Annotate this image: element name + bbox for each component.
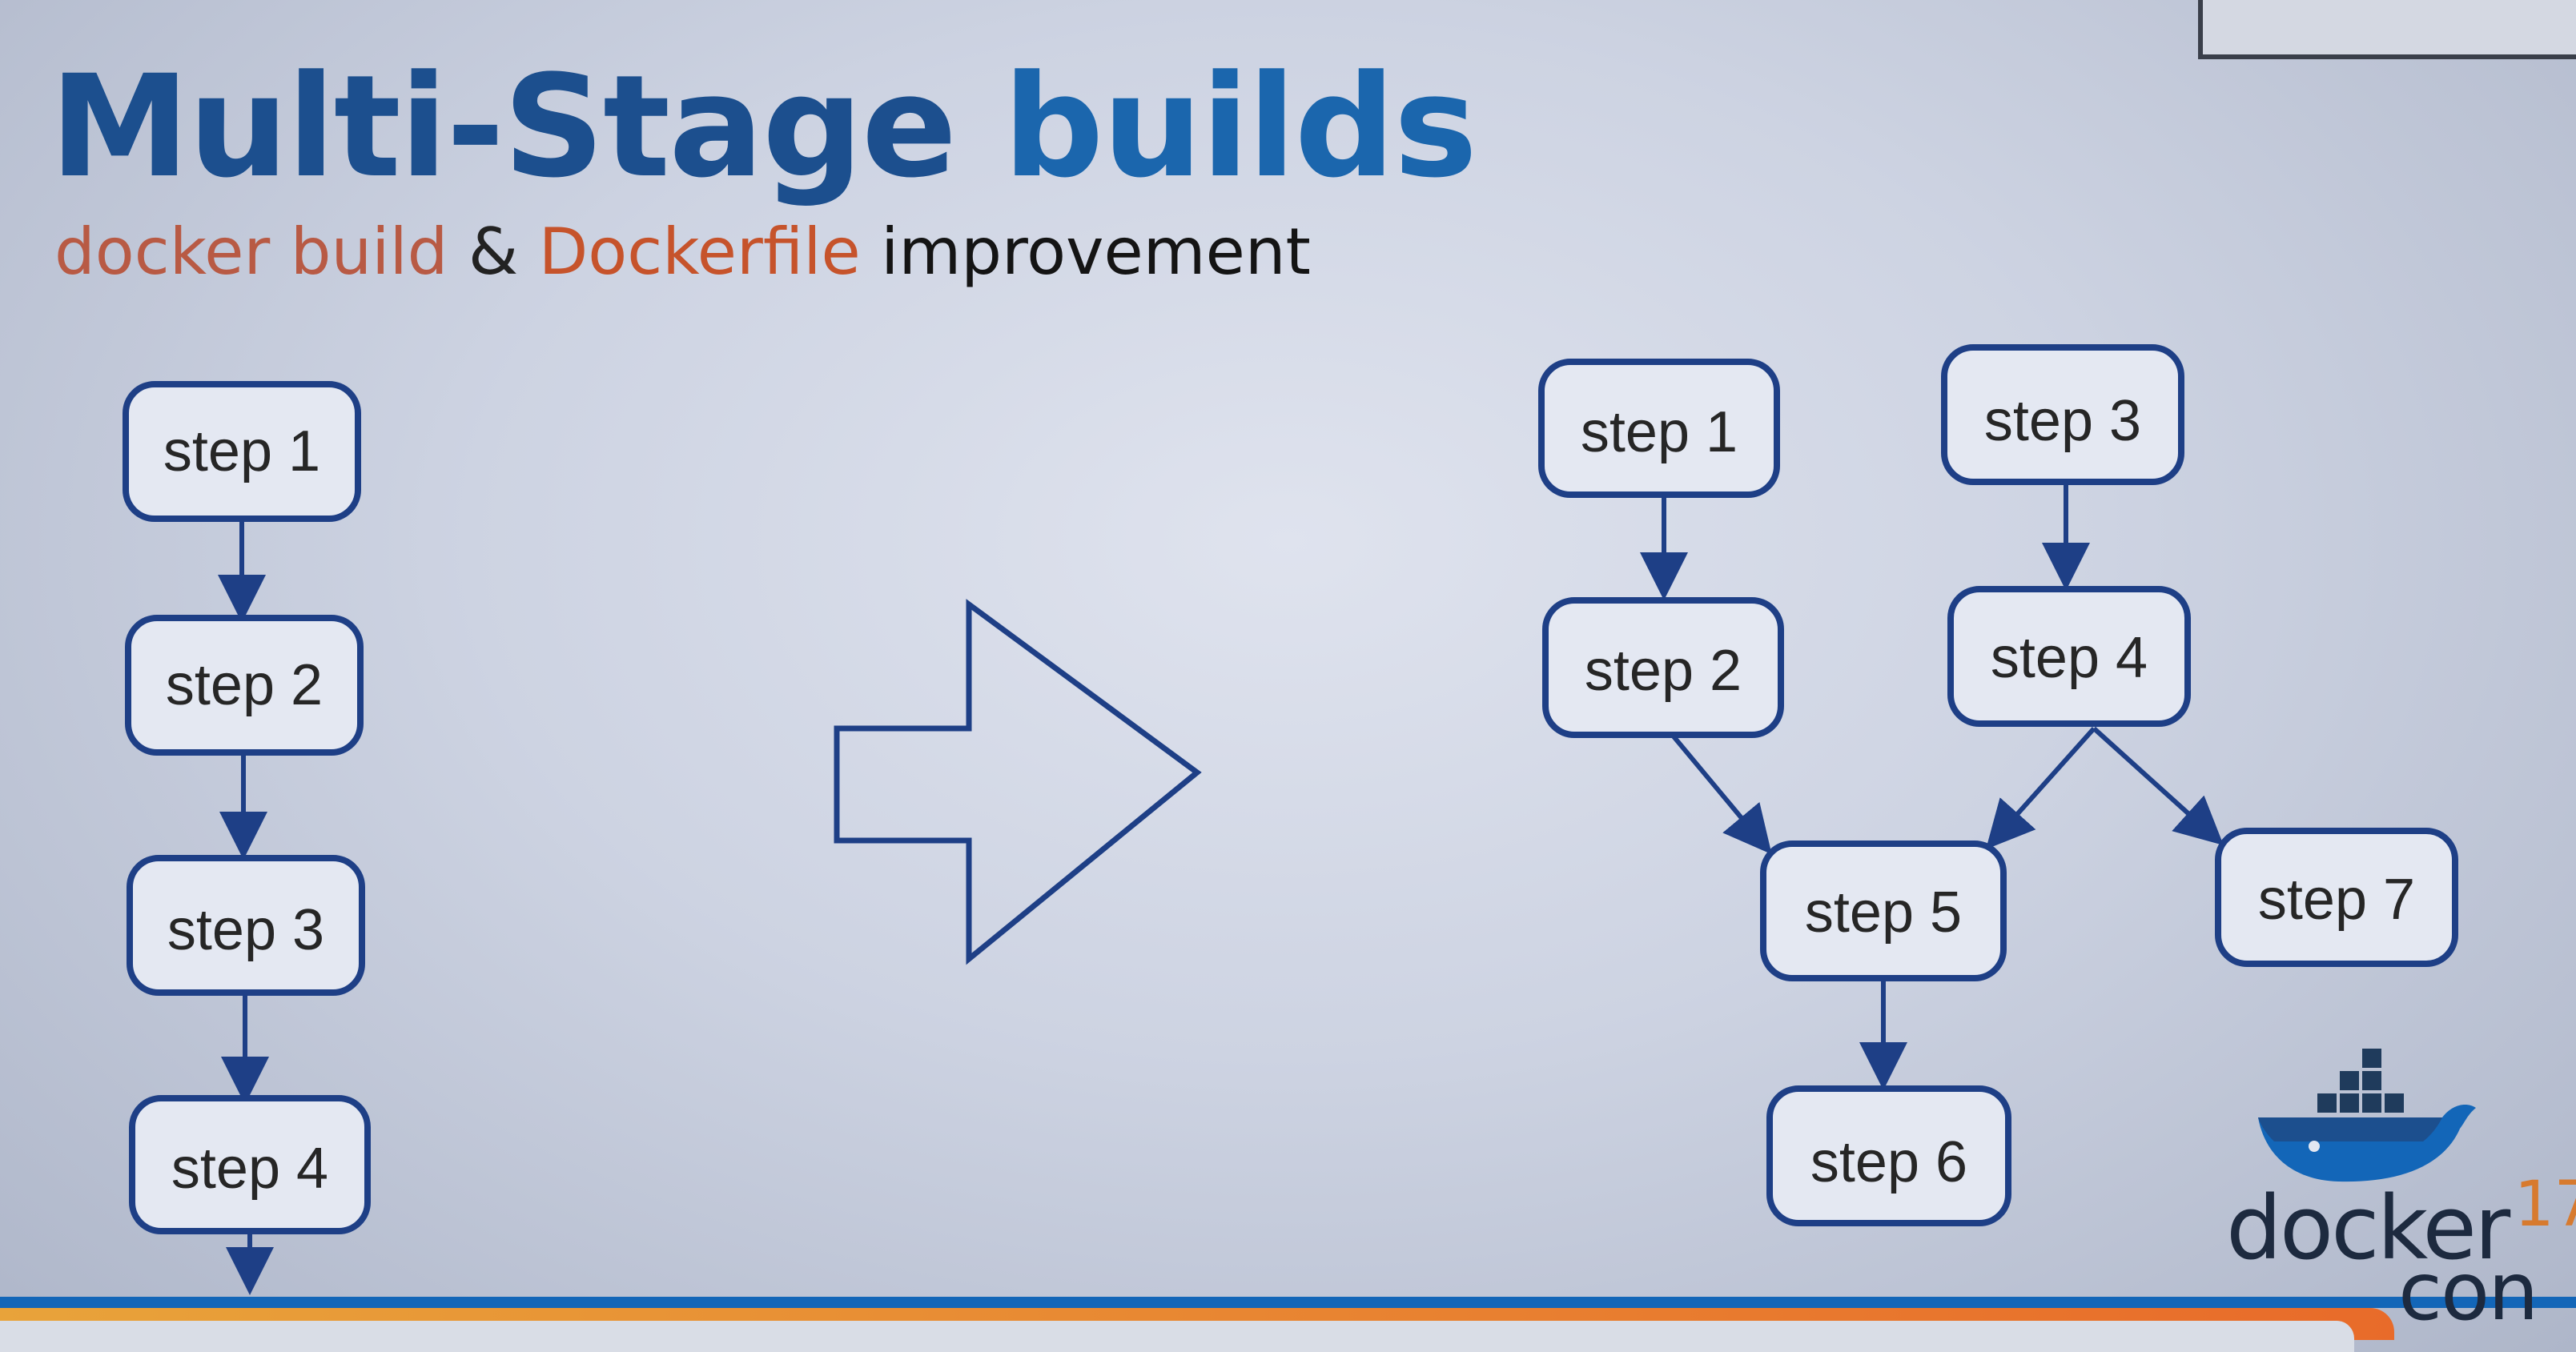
left-flow: step 1 step 2 step 3 step 4 [123,381,371,1295]
right-step-3-label: step 3 [1984,389,2141,453]
right-step-1: step 1 [1538,359,1780,498]
right-step-4: step 4 [1947,586,2191,727]
right-step-4-label: step 4 [1991,626,2148,690]
right-step-6-label: step 6 [1810,1130,1967,1194]
right-step-7: step 7 [2215,828,2458,967]
left-step-1-label: step 1 [163,419,320,483]
left-step-1: step 1 [123,381,361,522]
left-step-4-label: step 4 [171,1137,328,1201]
dockercon-logo: docker 17 con [2218,1041,2576,1338]
right-step-5-label: step 5 [1805,881,1962,945]
flow-diagram: step 1 step 2 step 3 step 4 step 1 step … [123,344,2458,1295]
right-step-6: step 6 [1766,1085,2011,1226]
right-step-5: step 5 [1760,840,2007,981]
right-step-2: step 2 [1542,597,1784,738]
docker-whale-icon [2258,1049,2476,1182]
logo-suffix: con [2398,1245,2539,1338]
bottom-bar-inner [0,1321,2354,1352]
right-edge-4-7 [2092,726,2224,846]
right-step-3: step 3 [1941,344,2184,485]
left-step-2: step 2 [125,615,364,756]
slide: Multi-Stage builds docker build & Docker… [0,0,2576,1352]
bottom-accent-bar [0,1297,2576,1352]
left-step-3-label: step 3 [167,898,324,962]
right-edge-2-5 [1671,735,1772,855]
left-step-2-label: step 2 [166,653,323,717]
left-step-3: step 3 [127,855,365,996]
right-step-1-label: step 1 [1581,400,1738,464]
right-edge-4-5 [1986,727,2096,849]
right-step-2-label: step 2 [1585,639,1742,703]
left-step-4: step 4 [129,1095,371,1234]
logo-number: 17 [2514,1169,2576,1241]
right-step-7-label: step 7 [2258,868,2415,932]
transform-arrow-icon [834,599,1202,965]
bottom-bar-blue [0,1297,2576,1308]
